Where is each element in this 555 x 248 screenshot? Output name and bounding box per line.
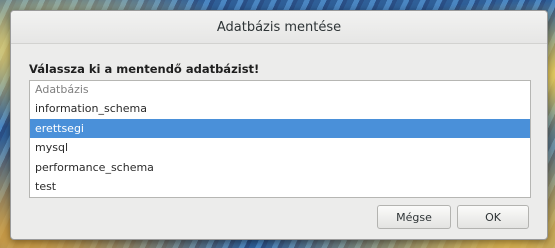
- dialog-prompt: Válassza ki a mentendő adatbázist!: [29, 62, 260, 76]
- database-list[interactable]: Adatbázis information_schema erettsegi m…: [29, 80, 531, 198]
- list-item-test[interactable]: test: [30, 177, 530, 197]
- save-database-dialog: Adatbázis mentése Válassza ki a mentendő…: [10, 10, 548, 240]
- dialog-title: Adatbázis mentése: [216, 19, 342, 35]
- ok-button[interactable]: OK: [457, 205, 529, 229]
- list-item-erettsegi[interactable]: erettsegi: [30, 118, 530, 139]
- list-item-information-schema[interactable]: information_schema: [30, 99, 530, 119]
- cancel-button[interactable]: Mégse: [377, 205, 451, 229]
- list-item-performance-schema[interactable]: performance_schema: [30, 158, 530, 178]
- dialog-titlebar[interactable]: Adatbázis mentése: [11, 11, 547, 44]
- list-column-header[interactable]: Adatbázis: [30, 81, 530, 99]
- list-item-mysql[interactable]: mysql: [30, 138, 530, 158]
